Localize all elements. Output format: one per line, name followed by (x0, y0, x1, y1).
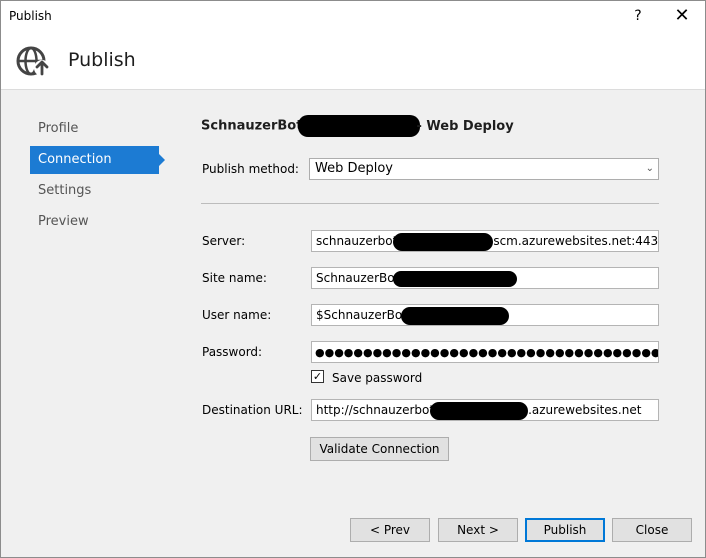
heading-prefix: SchnauzerBot (201, 118, 303, 134)
destination-url-value-suffix: .azurewebsites.net (528, 403, 642, 417)
profile-heading: SchnauzerBot - Web Deploy (201, 115, 514, 137)
nav-item-settings[interactable]: Settings (30, 177, 159, 205)
server-value-prefix: schnauzerbot (316, 234, 398, 248)
close-button[interactable]: Close (612, 518, 692, 542)
validate-connection-button[interactable]: Validate Connection (310, 437, 449, 461)
heading-suffix: - Web Deploy (416, 118, 514, 134)
destination-url-label: Destination URL: (202, 403, 303, 417)
redaction-mark (393, 270, 518, 287)
user-name-input[interactable]: $SchnauzerBot (311, 304, 659, 326)
window-title: Publish (9, 9, 52, 23)
publish-method-value: Web Deploy (315, 161, 393, 176)
publish-method-label: Publish method: (202, 162, 299, 176)
title-bar: Publish ? ✕ (1, 1, 705, 32)
wizard-nav: Profile Connection Settings Preview (30, 115, 166, 239)
site-name-value-prefix: SchnauzerBot (316, 271, 400, 285)
password-input[interactable]: ●●●●●●●●●●●●●●●●●●●●●●●●●●●●●●●●●●●●●● (311, 341, 659, 363)
nav-item-profile[interactable]: Profile (30, 115, 159, 143)
redaction-mark (400, 306, 509, 325)
next-button[interactable]: Next > (438, 518, 518, 542)
dialog-header: Publish (1, 32, 705, 90)
save-password-label: Save password (332, 371, 423, 385)
publish-globe-icon (16, 46, 50, 76)
user-name-label: User name: (202, 308, 272, 322)
server-value-suffix: scm.azurewebsites.net:443 (493, 234, 659, 248)
publish-button[interactable]: Publish (525, 518, 605, 542)
nav-item-connection[interactable]: Connection (30, 146, 165, 174)
redaction-mark (393, 232, 494, 251)
page-title: Publish (68, 49, 136, 71)
nav-item-preview[interactable]: Preview (30, 208, 159, 236)
publish-method-select[interactable]: Web Deploy ⌄ (309, 158, 659, 180)
chevron-down-icon: ⌄ (645, 163, 654, 174)
password-label: Password: (202, 345, 263, 359)
prev-button[interactable]: < Prev (350, 518, 430, 542)
password-mask: ●●●●●●●●●●●●●●●●●●●●●●●●●●●●●●●●●●●●●● (315, 346, 659, 359)
save-password-checkbox[interactable]: ✓ (311, 370, 324, 383)
close-window-button[interactable]: ✕ (669, 5, 695, 27)
user-name-value-prefix: $SchnauzerBot (316, 308, 407, 322)
site-name-input[interactable]: SchnauzerBot (311, 267, 659, 289)
redaction-mark (298, 115, 421, 137)
redaction-mark (430, 401, 529, 420)
publish-dialog: Publish ? ✕ Publish Profile Connection S… (0, 0, 706, 558)
site-name-label: Site name: (202, 271, 267, 285)
destination-url-input[interactable]: http://schnauzerbot .azurewebsites.net (311, 399, 659, 421)
server-label: Server: (202, 234, 246, 248)
server-input[interactable]: schnauzerbot scm.azurewebsites.net:443 (311, 230, 659, 252)
destination-url-value-prefix: http://schnauzerbot (316, 403, 435, 417)
section-divider (201, 203, 659, 204)
help-button[interactable]: ? (627, 5, 649, 27)
